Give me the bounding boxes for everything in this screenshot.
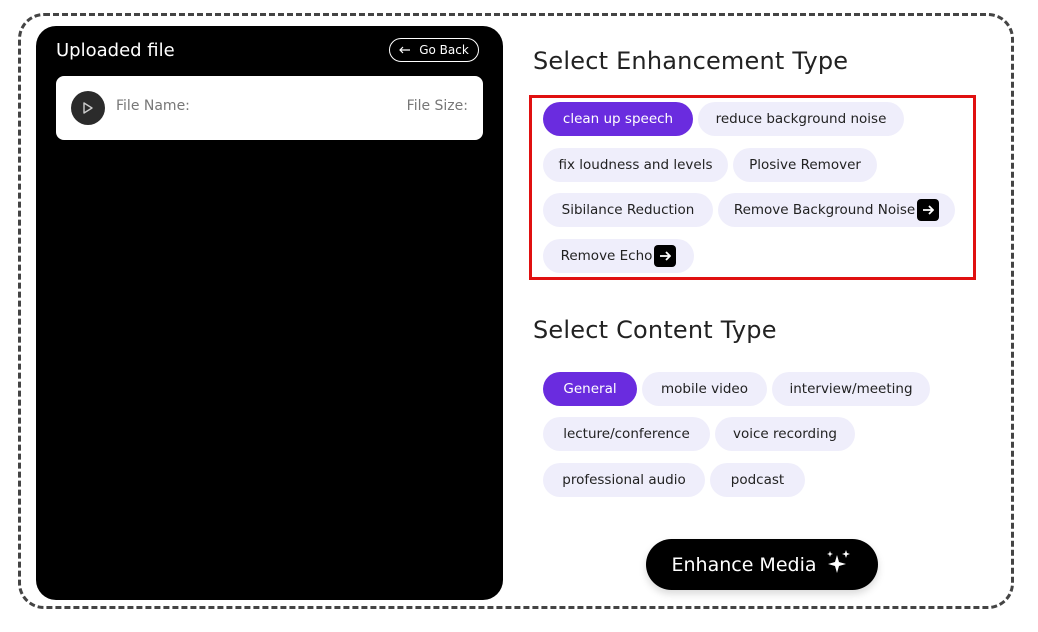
enhancement-type-title: Select Enhancement Type: [533, 47, 849, 75]
file-card: File Name: File Size:: [56, 76, 483, 140]
file-size-label: File Size:: [406, 98, 468, 114]
arrow-left-icon: [399, 43, 411, 57]
play-icon: [83, 99, 93, 118]
chip-interview-meeting[interactable]: interview/meeting: [772, 372, 930, 406]
chip-label: professional audio: [562, 472, 686, 488]
chip-label: mobile video: [661, 381, 748, 397]
chip-professional-audio[interactable]: professional audio: [543, 463, 705, 497]
chip-lecture-conference[interactable]: lecture/conference: [543, 417, 710, 451]
chip-label: podcast: [730, 472, 785, 488]
chip-label: interview/meeting: [789, 381, 913, 397]
chip-label: voice recording: [732, 426, 838, 442]
panel-title: Uploaded file: [56, 40, 175, 61]
file-name-label: File Name:: [116, 98, 190, 114]
chip-voice-recording[interactable]: voice recording: [715, 417, 855, 451]
chip-podcast[interactable]: podcast: [710, 463, 805, 497]
play-button[interactable]: [71, 91, 105, 125]
chip-label: General: [563, 381, 617, 397]
enhance-media-label: Enhance Media: [671, 553, 817, 576]
enhance-media-button[interactable]: Enhance Media: [646, 539, 878, 590]
sparkles-icon: [823, 549, 853, 580]
uploaded-file-panel: Uploaded file Go Back File Name: File Si…: [36, 26, 503, 600]
chip-mobile-video[interactable]: mobile video: [642, 372, 767, 406]
go-back-button[interactable]: Go Back: [389, 38, 479, 62]
chip-general[interactable]: General: [543, 372, 637, 406]
chip-label: lecture/conference: [563, 426, 690, 442]
go-back-label: Go Back: [419, 43, 469, 57]
enhancement-highlight-box: [529, 95, 976, 280]
content-type-title: Select Content Type: [533, 316, 777, 344]
